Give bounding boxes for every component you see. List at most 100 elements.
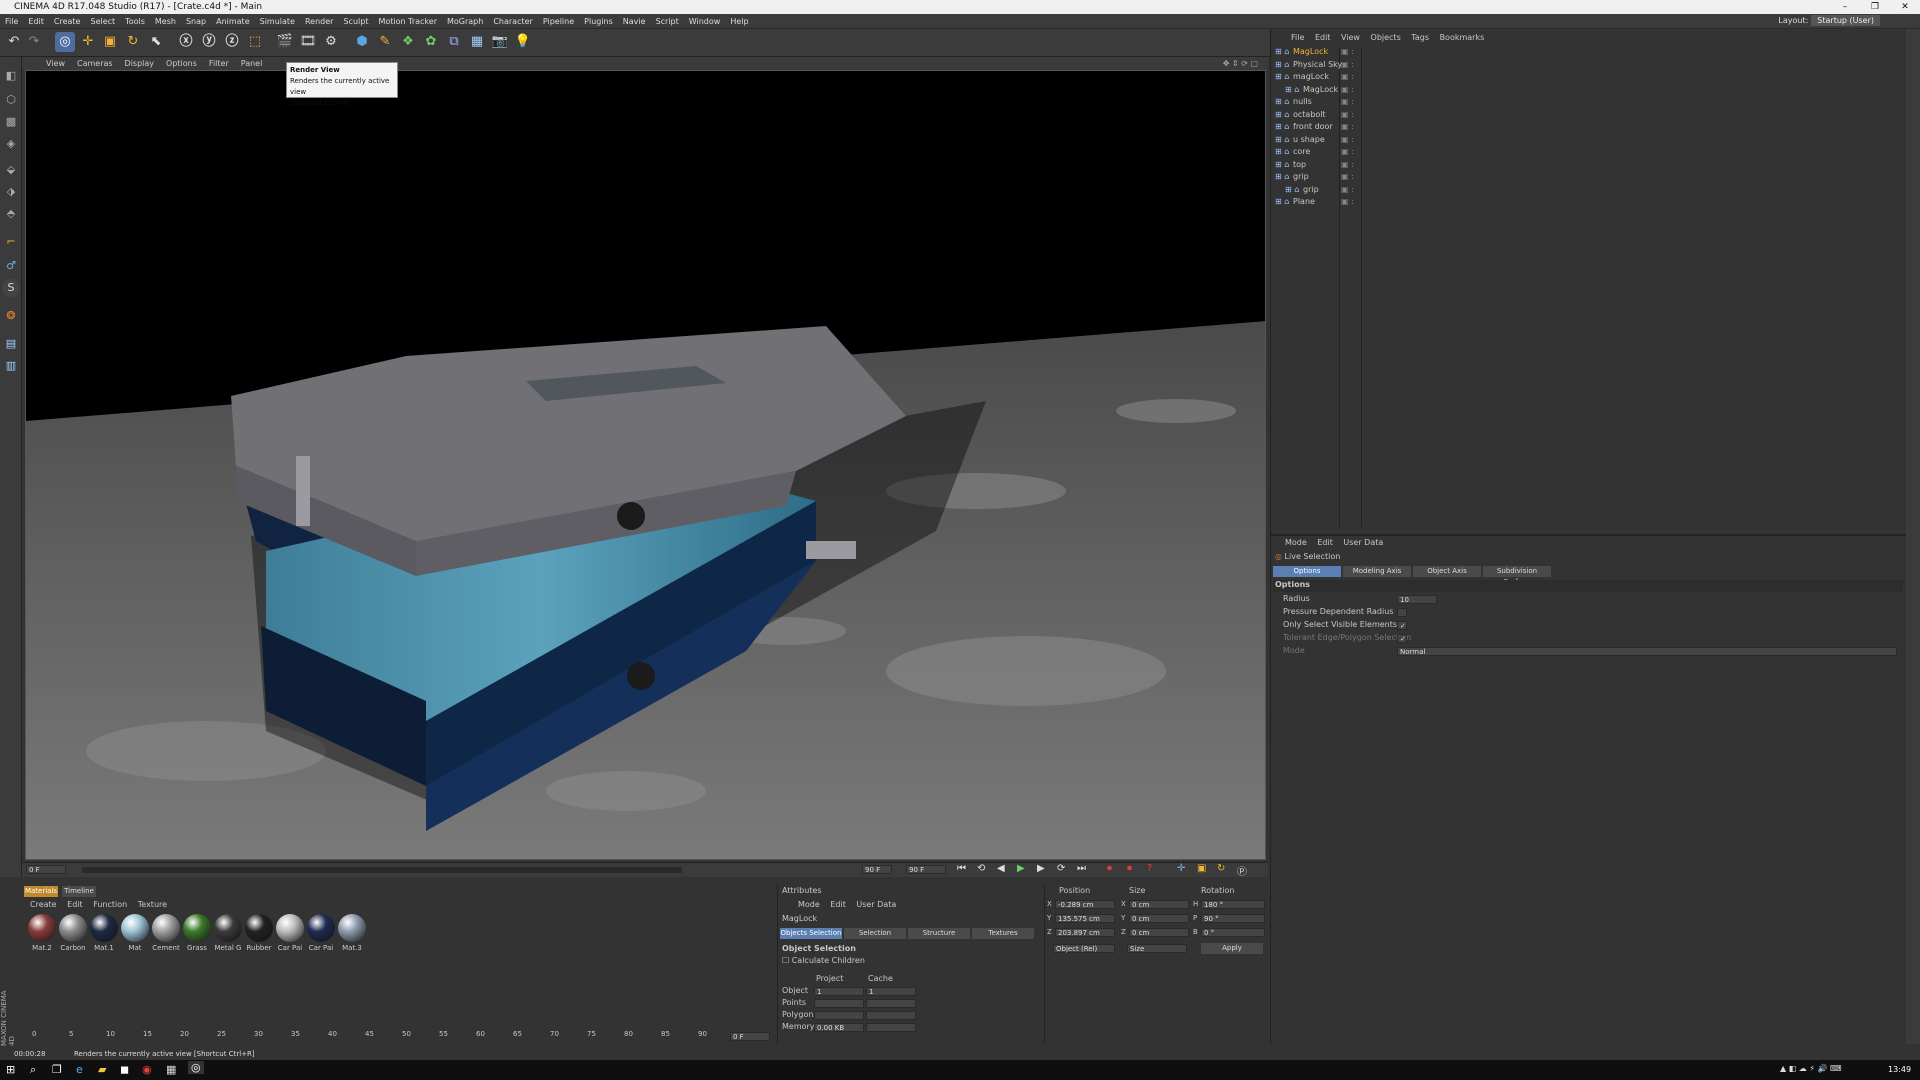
tab-materials[interactable]: Materials: [24, 886, 58, 897]
material-swatch[interactable]: [183, 914, 211, 942]
menu-item[interactable]: Window: [684, 17, 726, 26]
recent-tools-icon[interactable]: ⬉: [146, 32, 166, 52]
menu-item[interactable]: Edit: [23, 17, 49, 26]
viewport-menu-view[interactable]: View: [40, 59, 71, 68]
object-name[interactable]: top: [1293, 160, 1306, 169]
tray-icons[interactable]: ▲ ◧ ☁ ⚡ 🔊 ⌨: [1780, 1064, 1842, 1073]
edge-icon[interactable]: e: [76, 1063, 83, 1076]
menu-item[interactable]: Render: [300, 17, 338, 26]
object-row[interactable]: ⊞ ⌂ top ▣ :: [1271, 160, 1907, 172]
object-row[interactable]: ⊞ ⌂ grip ▣ :: [1271, 185, 1907, 197]
obj-menu-tags[interactable]: Tags: [1411, 33, 1429, 42]
obj-menu-view[interactable]: View: [1341, 33, 1360, 42]
material-swatch[interactable]: [121, 914, 149, 942]
obj-menu-file[interactable]: File: [1291, 33, 1304, 42]
render-picture-viewer-icon[interactable]: 🎞: [298, 32, 318, 52]
max-frame-field[interactable]: 90 F: [906, 865, 946, 874]
material-swatch[interactable]: [307, 914, 335, 942]
attr-menu-mode[interactable]: Mode: [798, 900, 820, 909]
render-view-icon[interactable]: 🎬: [275, 32, 295, 52]
menu-item[interactable]: Create: [49, 17, 86, 26]
cinema4d-taskbar-icon[interactable]: ◎: [188, 1061, 204, 1074]
camera-icon[interactable]: 📷: [490, 32, 510, 52]
tweak-mode-icon[interactable]: ♂: [2, 257, 20, 275]
tab-object-axis[interactable]: Object Axis: [1413, 566, 1481, 577]
visibility-toggle-icon[interactable]: ▣ :: [1341, 160, 1354, 169]
material-swatch[interactable]: [152, 914, 180, 942]
tab-structure[interactable]: Structure: [908, 928, 970, 939]
viewport-menu-cameras[interactable]: Cameras: [71, 59, 119, 68]
visibility-toggle-icon[interactable]: ▣ :: [1341, 97, 1354, 106]
record-icon[interactable]: ⏺: [1107, 863, 1112, 874]
planar-workplane-icon[interactable]: ▤: [2, 335, 20, 353]
workplane-icon[interactable]: ◈: [2, 135, 20, 153]
object-row[interactable]: ⊞ ⌂ core ▣ :: [1271, 147, 1907, 159]
autokey-icon[interactable]: ⏺: [1127, 863, 1132, 874]
tab-subdivision-surface[interactable]: Subdivision Surface: [1483, 566, 1551, 586]
undo-icon[interactable]: ↶: [4, 32, 24, 52]
current-frame-field[interactable]: 0 F: [26, 865, 66, 874]
coord-size-field[interactable]: 0 cm: [1129, 914, 1189, 923]
object-name[interactable]: Physical Sky: [1293, 60, 1342, 69]
polygons-mode-icon[interactable]: ⬘: [2, 205, 20, 223]
make-editable-icon[interactable]: ◧: [2, 67, 20, 85]
key-scale-icon[interactable]: ▣: [1197, 863, 1206, 874]
visibility-toggle-icon[interactable]: ▣ :: [1341, 172, 1354, 181]
last-frame-icon[interactable]: ⏭: [1077, 863, 1086, 874]
object-name[interactable]: grip: [1293, 172, 1309, 181]
edges-mode-icon[interactable]: ⬗: [2, 183, 20, 201]
prev-frame-icon[interactable]: ◀: [997, 863, 1005, 874]
obj-menu-bookmarks[interactable]: Bookmarks: [1440, 33, 1485, 42]
visibility-toggle-icon[interactable]: ▣ :: [1341, 122, 1354, 131]
cube-icon[interactable]: ⬢: [352, 32, 372, 52]
object-row[interactable]: ⊞ ⌂ octabolt ▣ :: [1271, 110, 1907, 122]
menu-item[interactable]: Help: [725, 17, 753, 26]
viewport-menu-options[interactable]: Options: [160, 59, 203, 68]
menu-item[interactable]: Motion Tracker: [373, 17, 442, 26]
visibility-toggle-icon[interactable]: ▣ :: [1341, 47, 1354, 56]
menu-item[interactable]: Select: [85, 17, 120, 26]
coord-mode-select[interactable]: Object (Rel): [1053, 944, 1115, 953]
coordinate-system-icon[interactable]: ⬚: [245, 32, 265, 52]
option-value[interactable]: ✓: [1397, 621, 1407, 630]
redo-icon[interactable]: ↷: [24, 32, 44, 52]
option-value[interactable]: [1397, 608, 1407, 617]
calculator-icon[interactable]: ▦: [166, 1063, 176, 1076]
menu-item[interactable]: Character: [488, 17, 538, 26]
deformer-icon[interactable]: ⧉: [444, 32, 464, 52]
material-swatch[interactable]: [276, 914, 304, 942]
object-row[interactable]: ⊞ ⌂ u shape ▣ :: [1271, 135, 1907, 147]
object-name[interactable]: grip: [1303, 185, 1319, 194]
coord-rotation-field[interactable]: 180 °: [1201, 900, 1265, 909]
y-axis-icon[interactable]: ⓨ: [199, 32, 219, 52]
cloner-icon[interactable]: ✿: [421, 32, 441, 52]
menu-item[interactable]: Plugins: [579, 17, 618, 26]
task-view-icon[interactable]: ❐: [52, 1063, 62, 1076]
visibility-toggle-icon[interactable]: ▣ :: [1341, 135, 1354, 144]
prev-key-icon[interactable]: ⟲: [977, 863, 985, 874]
visibility-toggle-icon[interactable]: ▣ :: [1341, 60, 1354, 69]
calculate-children-checkbox[interactable]: ☐ Calculate Children: [782, 956, 865, 968]
timeline-ruler[interactable]: 0 5 10 15 20 25 30 35 40 45 50 55 60 65 70 75 80 85 90 0 F: [22, 1028, 774, 1044]
menu-item[interactable]: Animate: [211, 17, 255, 26]
next-key-icon[interactable]: ⟳: [1057, 863, 1065, 874]
option-value[interactable]: ✓: [1397, 634, 1407, 643]
viewport-menu-filter[interactable]: Filter: [203, 59, 235, 68]
x-axis-icon[interactable]: ⓧ: [176, 32, 196, 52]
apply-button[interactable]: Apply: [1201, 943, 1263, 954]
minimize-icon[interactable]: –: [1830, 0, 1860, 14]
attrtop-menu-edit[interactable]: Edit: [1317, 538, 1333, 547]
material-swatch[interactable]: [338, 914, 366, 942]
coord-size-field[interactable]: 0 cm: [1129, 900, 1189, 909]
object-name[interactable]: octabolt: [1293, 110, 1326, 119]
object-row[interactable]: ⊞ ⌂ nulls ▣ :: [1271, 97, 1907, 109]
attr-menu-edit[interactable]: Edit: [830, 900, 846, 909]
material-swatch[interactable]: [28, 914, 56, 942]
snapping-icon[interactable]: S: [2, 279, 20, 297]
menu-item[interactable]: Snap: [181, 17, 211, 26]
coord-position-field[interactable]: 135.575 cm: [1055, 914, 1115, 923]
object-name[interactable]: front door: [1293, 122, 1333, 131]
material-swatch[interactable]: [214, 914, 242, 942]
tab-modeling-axis[interactable]: Modeling Axis: [1343, 566, 1411, 577]
key-param-icon[interactable]: Ⓟ: [1237, 863, 1247, 878]
